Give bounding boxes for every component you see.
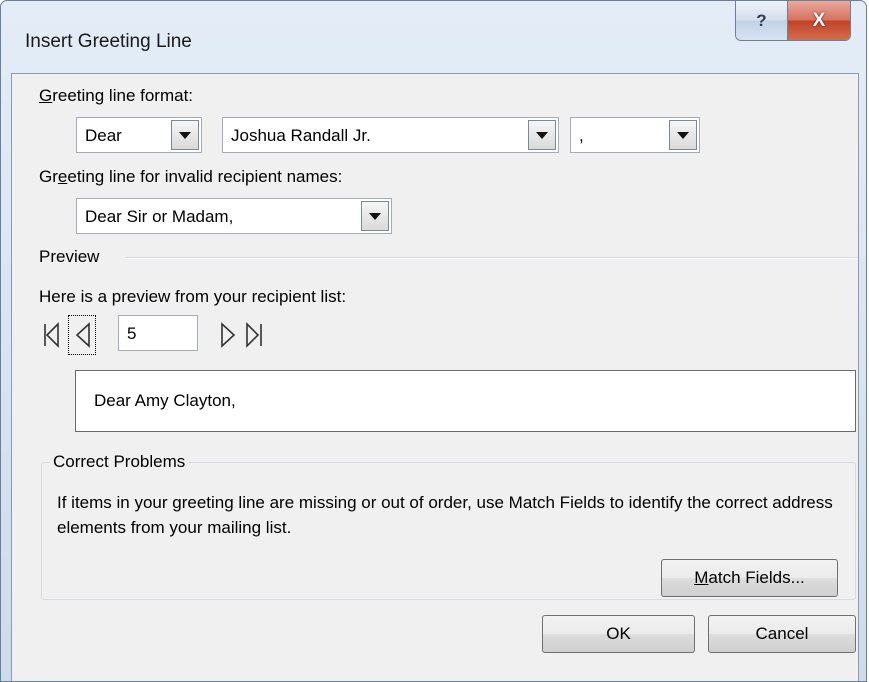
- chevron-down-icon: [179, 131, 191, 139]
- punctuation-dropdown-button[interactable]: [669, 120, 697, 150]
- preview-separator: [125, 257, 857, 259]
- preview-description: Here is a preview from your recipient li…: [39, 287, 347, 306]
- name-format-combo[interactable]: Joshua Randall Jr.: [222, 117, 559, 153]
- chevron-down-icon: [369, 212, 381, 220]
- cancel-button[interactable]: Cancel: [708, 615, 856, 653]
- last-record-icon[interactable]: [244, 320, 264, 350]
- chevron-down-icon: [677, 131, 689, 139]
- preview-box: Dear Amy Clayton,: [75, 370, 856, 432]
- close-button[interactable]: X: [788, 1, 850, 40]
- caption-buttons: ? X: [735, 1, 851, 41]
- next-record-icon[interactable]: [218, 320, 238, 350]
- salutation-value: Dear: [85, 126, 122, 145]
- correct-problems-title: Correct Problems: [50, 452, 189, 472]
- name-format-value: Joshua Randall Jr.: [231, 126, 371, 145]
- dialog-frame: Insert Greeting Line ? X Greeting line f…: [0, 0, 867, 682]
- punctuation-combo[interactable]: ,: [570, 117, 700, 153]
- chevron-down-icon: [536, 131, 548, 139]
- salutation-combo[interactable]: Dear: [76, 117, 202, 153]
- help-icon: ?: [756, 10, 767, 30]
- previous-record-button[interactable]: [68, 315, 96, 355]
- dialog-title: Insert Greeting Line: [25, 31, 192, 52]
- match-fields-button[interactable]: Match Fields...: [661, 559, 838, 597]
- invalid-names-combo[interactable]: Dear Sir or Madam,: [76, 198, 392, 234]
- close-icon: X: [812, 9, 826, 31]
- preview-section-title: Preview: [39, 247, 100, 266]
- invalid-names-dropdown-button[interactable]: [361, 201, 389, 231]
- previous-record-icon: [75, 322, 90, 348]
- ok-button[interactable]: OK: [542, 615, 695, 653]
- preview-text: Dear Amy Clayton,: [94, 391, 236, 410]
- record-number-field[interactable]: 5: [118, 315, 198, 351]
- record-number-value: 5: [127, 324, 137, 343]
- name-format-dropdown-button[interactable]: [528, 120, 556, 150]
- ok-label: OK: [606, 624, 631, 643]
- greeting-format-label: Greeting line format:: [39, 86, 194, 105]
- invalid-names-label: Greeting line for invalid recipient name…: [39, 167, 343, 186]
- first-record-icon[interactable]: [42, 320, 62, 350]
- invalid-names-value: Dear Sir or Madam,: [85, 207, 234, 226]
- salutation-dropdown-button[interactable]: [171, 120, 199, 150]
- correct-problems-text: If items in your greeting line are missi…: [57, 493, 833, 537]
- cancel-label: Cancel: [755, 624, 809, 643]
- title-bar[interactable]: Insert Greeting Line ? X: [1, 1, 866, 73]
- help-button[interactable]: ?: [736, 1, 788, 40]
- punctuation-value: ,: [579, 126, 584, 145]
- dialog-body: Greeting line format: Dear Joshua Randal…: [11, 73, 859, 681]
